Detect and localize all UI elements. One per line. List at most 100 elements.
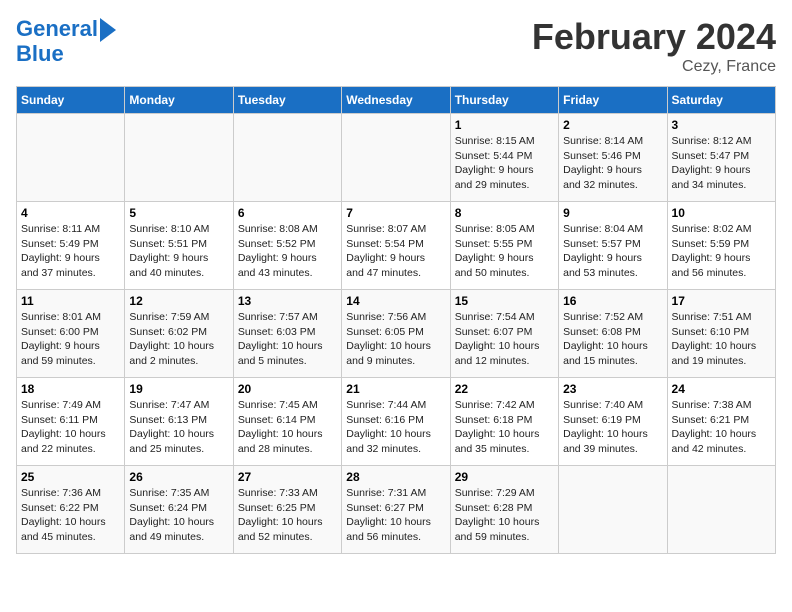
day-info: Sunrise: 8:01 AMSunset: 6:00 PMDaylight:… <box>21 310 120 369</box>
day-info: Sunrise: 8:15 AMSunset: 5:44 PMDaylight:… <box>455 134 554 193</box>
column-header-saturday: Saturday <box>667 87 775 114</box>
day-info: Sunrise: 8:05 AMSunset: 5:55 PMDaylight:… <box>455 222 554 281</box>
day-info: Sunrise: 8:07 AMSunset: 5:54 PMDaylight:… <box>346 222 445 281</box>
day-number: 22 <box>455 382 554 396</box>
week-row-5: 25 Sunrise: 7:36 AMSunset: 6:22 PMDayligh… <box>17 466 776 554</box>
calendar-cell: 25 Sunrise: 7:36 AMSunset: 6:22 PMDayligh… <box>17 466 125 554</box>
day-number: 20 <box>238 382 337 396</box>
calendar-cell: 19Sunrise: 7:47 AMSunset: 6:13 PMDayligh… <box>125 378 233 466</box>
day-info: Sunrise: 7:47 AMSunset: 6:13 PMDaylight:… <box>129 398 228 457</box>
day-info: Sunrise: 7:54 AMSunset: 6:07 PMDaylight:… <box>455 310 554 369</box>
day-number: 11 <box>21 294 120 308</box>
week-row-3: 11 Sunrise: 8:01 AMSunset: 6:00 PMDayligh… <box>17 290 776 378</box>
calendar-cell: 22Sunrise: 7:42 AMSunset: 6:18 PMDayligh… <box>450 378 558 466</box>
calendar-cell: 16Sunrise: 7:52 AMSunset: 6:08 PMDayligh… <box>559 290 667 378</box>
calendar-cell: 3 Sunrise: 8:12 AMSunset: 5:47 PMDaylight… <box>667 114 775 202</box>
calendar-cell: 21 Sunrise: 7:44 AMSunset: 6:16 PMDayligh… <box>342 378 450 466</box>
day-info: Sunrise: 8:14 AMSunset: 5:46 PMDaylight:… <box>563 134 662 193</box>
day-number: 29 <box>455 470 554 484</box>
day-info: Sunrise: 7:40 AMSunset: 6:19 PMDaylight:… <box>563 398 662 457</box>
calendar-cell: 15 Sunrise: 7:54 AMSunset: 6:07 PMDayligh… <box>450 290 558 378</box>
calendar-title: February 2024 <box>532 16 776 58</box>
calendar-cell: 17 Sunrise: 7:51 AMSunset: 6:10 PMDayligh… <box>667 290 775 378</box>
day-info: Sunrise: 7:45 AMSunset: 6:14 PMDaylight:… <box>238 398 337 457</box>
calendar-cell: 29Sunrise: 7:29 AMSunset: 6:28 PMDayligh… <box>450 466 558 554</box>
day-info: Sunrise: 7:44 AMSunset: 6:16 PMDaylight:… <box>346 398 445 457</box>
column-header-tuesday: Tuesday <box>233 87 341 114</box>
week-row-2: 4Sunrise: 8:11 AMSunset: 5:49 PMDaylight… <box>17 202 776 290</box>
calendar-cell <box>667 466 775 554</box>
logo-text: General <box>16 17 98 41</box>
calendar-cell: 8Sunrise: 8:05 AMSunset: 5:55 PMDaylight… <box>450 202 558 290</box>
day-number: 16 <box>563 294 662 308</box>
calendar-cell: 7Sunrise: 8:07 AMSunset: 5:54 PMDaylight… <box>342 202 450 290</box>
calendar-cell <box>125 114 233 202</box>
calendar-cell: 6Sunrise: 8:08 AMSunset: 5:52 PMDaylight… <box>233 202 341 290</box>
day-info: Sunrise: 7:38 AMSunset: 6:21 PMDaylight:… <box>672 398 771 457</box>
day-number: 28 <box>346 470 445 484</box>
day-number: 6 <box>238 206 337 220</box>
calendar-cell: 11 Sunrise: 8:01 AMSunset: 6:00 PMDayligh… <box>17 290 125 378</box>
day-number: 5 <box>129 206 228 220</box>
week-row-1: 1 Sunrise: 8:15 AMSunset: 5:44 PMDaylight… <box>17 114 776 202</box>
calendar-subtitle: Cezy, France <box>532 58 776 76</box>
day-info: Sunrise: 7:35 AMSunset: 6:24 PMDaylight:… <box>129 486 228 545</box>
day-number: 13 <box>238 294 337 308</box>
title-block: February 2024 Cezy, France <box>532 16 776 76</box>
calendar-cell <box>342 114 450 202</box>
day-info: Sunrise: 7:57 AMSunset: 6:03 PMDaylight:… <box>238 310 337 369</box>
day-info: Sunrise: 7:36 AMSunset: 6:22 PMDaylight:… <box>21 486 120 545</box>
calendar-cell: 13 Sunrise: 7:57 AMSunset: 6:03 PMDayligh… <box>233 290 341 378</box>
day-info: Sunrise: 7:51 AMSunset: 6:10 PMDaylight:… <box>672 310 771 369</box>
day-info: Sunrise: 7:33 AMSunset: 6:25 PMDaylight:… <box>238 486 337 545</box>
day-number: 2 <box>563 118 662 132</box>
calendar-cell: 4Sunrise: 8:11 AMSunset: 5:49 PMDaylight… <box>17 202 125 290</box>
day-info: Sunrise: 7:59 AMSunset: 6:02 PMDaylight:… <box>129 310 228 369</box>
day-number: 23 <box>563 382 662 396</box>
day-info: Sunrise: 8:12 AMSunset: 5:47 PMDaylight:… <box>672 134 771 193</box>
page-header: General Blue February 2024 Cezy, France <box>16 16 776 76</box>
day-number: 18 <box>21 382 120 396</box>
day-number: 1 <box>455 118 554 132</box>
day-number: 15 <box>455 294 554 308</box>
calendar-cell: 9 Sunrise: 8:04 AMSunset: 5:57 PMDaylight… <box>559 202 667 290</box>
column-header-friday: Friday <box>559 87 667 114</box>
day-number: 4 <box>21 206 120 220</box>
day-number: 14 <box>346 294 445 308</box>
calendar-header-row: SundayMondayTuesdayWednesdayThursdayFrid… <box>17 87 776 114</box>
day-number: 25 <box>21 470 120 484</box>
day-number: 10 <box>672 206 771 220</box>
column-header-wednesday: Wednesday <box>342 87 450 114</box>
calendar-cell: 20 Sunrise: 7:45 AMSunset: 6:14 PMDayligh… <box>233 378 341 466</box>
calendar-table: SundayMondayTuesdayWednesdayThursdayFrid… <box>16 86 776 554</box>
calendar-cell: 5 Sunrise: 8:10 AMSunset: 5:51 PMDaylight… <box>125 202 233 290</box>
calendar-cell: 28 Sunrise: 7:31 AMSunset: 6:27 PMDayligh… <box>342 466 450 554</box>
calendar-cell: 24 Sunrise: 7:38 AMSunset: 6:21 PMDayligh… <box>667 378 775 466</box>
day-info: Sunrise: 8:04 AMSunset: 5:57 PMDaylight:… <box>563 222 662 281</box>
day-number: 24 <box>672 382 771 396</box>
day-info: Sunrise: 7:56 AMSunset: 6:05 PMDaylight:… <box>346 310 445 369</box>
day-number: 26 <box>129 470 228 484</box>
calendar-cell: 10Sunrise: 8:02 AMSunset: 5:59 PMDayligh… <box>667 202 775 290</box>
calendar-cell <box>233 114 341 202</box>
logo: General Blue <box>16 16 116 66</box>
calendar-cell <box>17 114 125 202</box>
calendar-cell <box>559 466 667 554</box>
day-number: 12 <box>129 294 228 308</box>
day-info: Sunrise: 7:49 AMSunset: 6:11 PMDaylight:… <box>21 398 120 457</box>
day-number: 17 <box>672 294 771 308</box>
calendar-cell: 1 Sunrise: 8:15 AMSunset: 5:44 PMDaylight… <box>450 114 558 202</box>
day-info: Sunrise: 8:10 AMSunset: 5:51 PMDaylight:… <box>129 222 228 281</box>
calendar-cell: 27 Sunrise: 7:33 AMSunset: 6:25 PMDayligh… <box>233 466 341 554</box>
calendar-cell: 26 Sunrise: 7:35 AMSunset: 6:24 PMDayligh… <box>125 466 233 554</box>
week-row-4: 18 Sunrise: 7:49 AMSunset: 6:11 PMDayligh… <box>17 378 776 466</box>
calendar-cell: 12 Sunrise: 7:59 AMSunset: 6:02 PMDayligh… <box>125 290 233 378</box>
day-number: 21 <box>346 382 445 396</box>
day-number: 9 <box>563 206 662 220</box>
day-number: 27 <box>238 470 337 484</box>
column-header-sunday: Sunday <box>17 87 125 114</box>
calendar-cell: 2 Sunrise: 8:14 AMSunset: 5:46 PMDaylight… <box>559 114 667 202</box>
column-header-monday: Monday <box>125 87 233 114</box>
day-info: Sunrise: 7:31 AMSunset: 6:27 PMDaylight:… <box>346 486 445 545</box>
day-number: 3 <box>672 118 771 132</box>
